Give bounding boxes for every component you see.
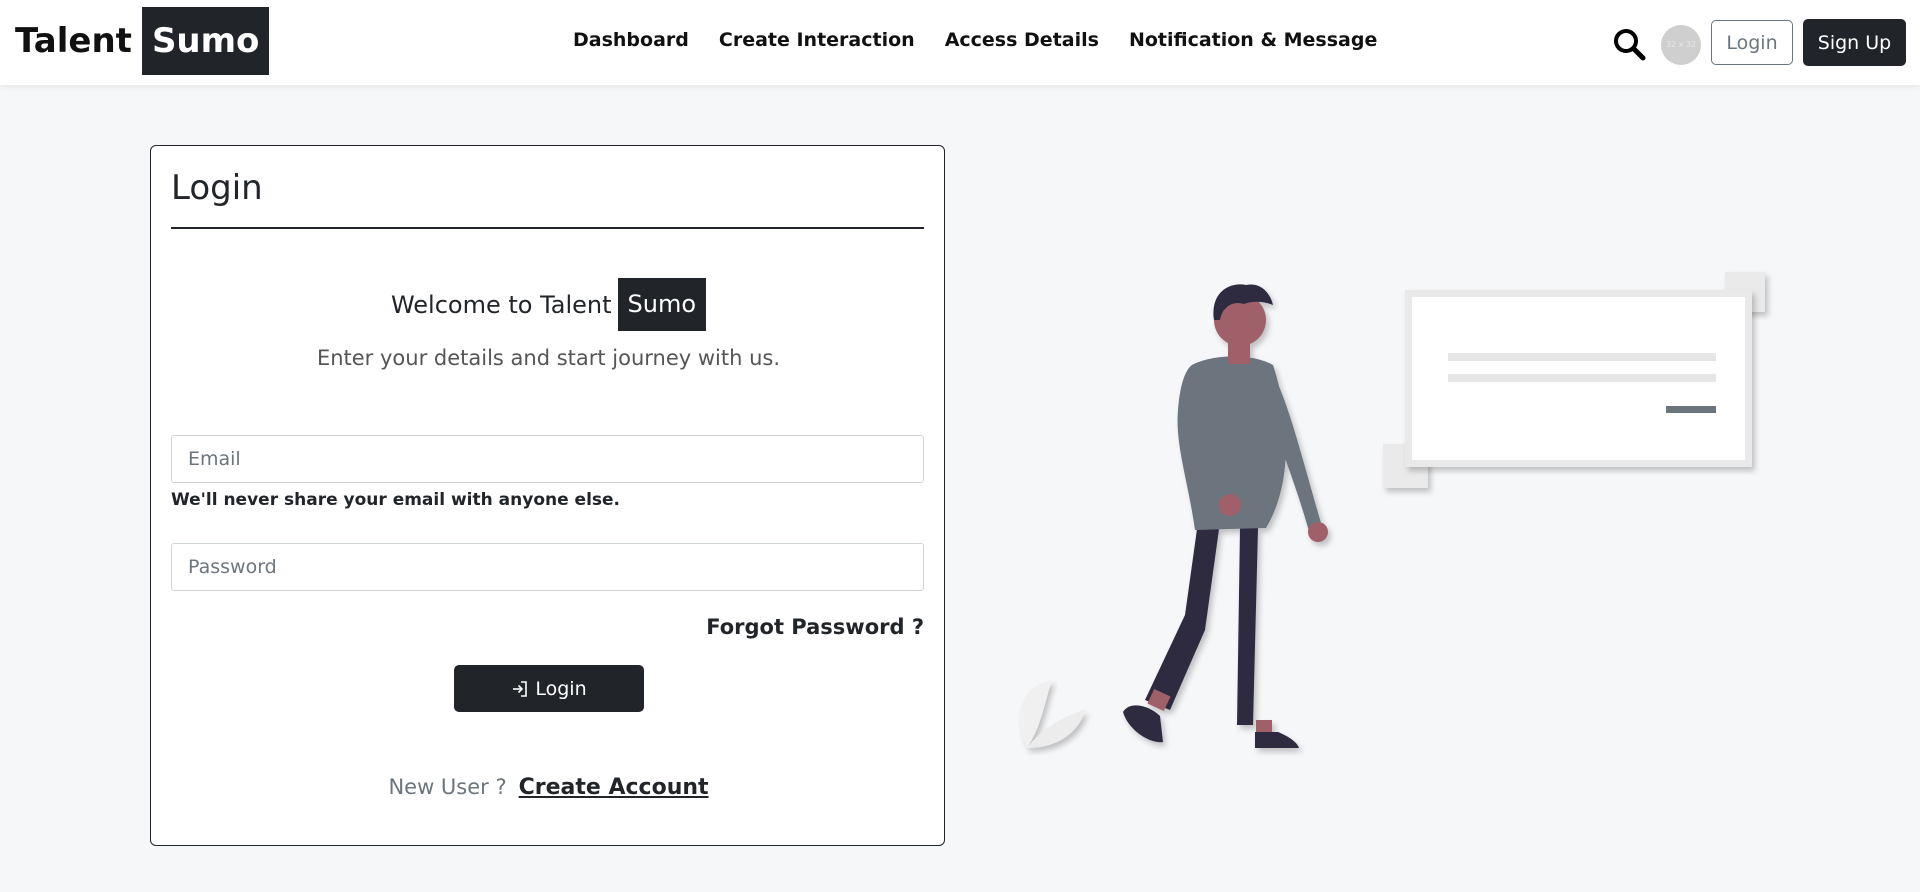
signup-prompt: New User ? Create Account [151, 775, 946, 800]
main-nav: Dashboard Create Interaction Access Deta… [573, 29, 1377, 51]
title-divider [171, 227, 924, 229]
card-title: Login [171, 168, 263, 208]
login-submit-button[interactable]: Login [454, 665, 644, 712]
avatar[interactable]: 32 x 32 [1661, 25, 1701, 65]
login-card: Login Welcome to Talent Sumo Enter your … [150, 145, 945, 846]
welcome-subtitle: Enter your details and start journey wit… [316, 346, 781, 370]
navbar: Talent Sumo Dashboard Create Interaction… [0, 0, 1920, 85]
welcome-text: Welcome to Talent [390, 290, 612, 319]
email-help-text: We'll never share your email with anyone… [171, 490, 621, 510]
welcome-heading: Welcome to Talent Sumo [151, 278, 946, 331]
search-icon[interactable] [1612, 27, 1646, 61]
nav-link-dashboard[interactable]: Dashboard [573, 29, 689, 51]
brand-text-sumo: Sumo [141, 7, 270, 75]
brand-text-talent: Talent [15, 21, 132, 61]
login-arrow-icon [513, 680, 528, 697]
nav-link-notification-message[interactable]: Notification & Message [1129, 29, 1377, 51]
email-field[interactable] [171, 435, 924, 483]
nav-link-access-details[interactable]: Access Details [945, 29, 1099, 51]
forgot-password-link[interactable]: Forgot Password ? [706, 615, 924, 639]
login-submit-label: Login [535, 677, 587, 700]
signup-button[interactable]: Sign Up [1803, 19, 1906, 66]
new-user-label: New User ? [388, 775, 507, 799]
nav-link-create-interaction[interactable]: Create Interaction [719, 29, 915, 51]
welcome-brand-badge: Sumo [617, 278, 707, 331]
login-illustration [975, 272, 1765, 749]
header-login-button[interactable]: Login [1711, 20, 1793, 65]
password-field[interactable] [171, 543, 924, 591]
create-account-link[interactable]: Create Account [519, 775, 709, 800]
brand-logo[interactable]: Talent Sumo [15, 7, 270, 75]
